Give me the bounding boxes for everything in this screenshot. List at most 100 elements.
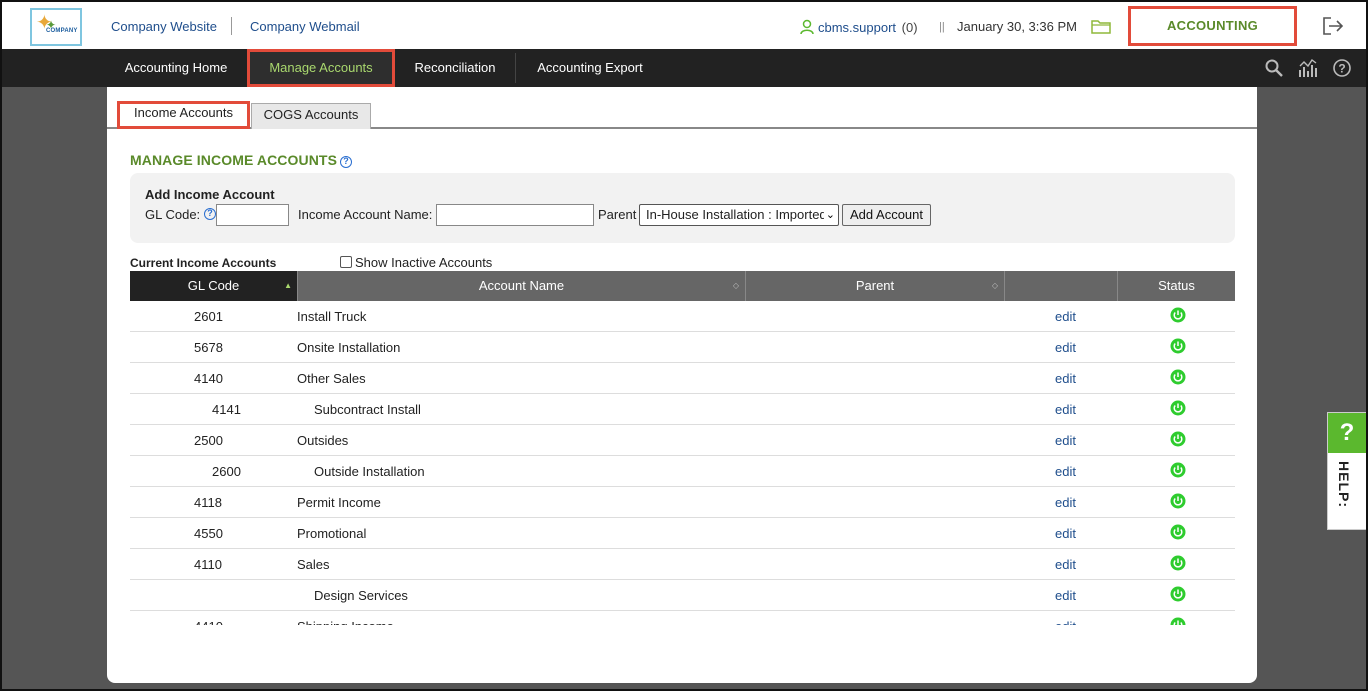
- account-name-cell: Sales: [297, 557, 330, 572]
- account-name-cell: Outsides: [297, 433, 349, 448]
- account-name-cell: Subcontract Install: [314, 402, 421, 417]
- table-row: 4410 Shipping Income edit: [130, 611, 1235, 625]
- column-gl-code[interactable]: GL Code ▲: [130, 271, 298, 301]
- account-name-cell: Shipping Income: [297, 619, 394, 625]
- page-title: MANAGE INCOME ACCOUNTS?: [130, 152, 353, 168]
- column-actions: [1005, 271, 1118, 301]
- accounts-table: GL Code ▲ Account Name ◇ Parent ◇ Status…: [130, 271, 1235, 625]
- edit-link[interactable]: edit: [1055, 371, 1076, 386]
- show-inactive-checkbox[interactable]: [340, 256, 352, 268]
- nav-manage-accounts[interactable]: Manage Accounts: [247, 49, 395, 87]
- status-active-icon[interactable]: [1170, 462, 1186, 478]
- edit-link[interactable]: edit: [1055, 309, 1076, 324]
- edit-link[interactable]: edit: [1055, 495, 1076, 510]
- table-row: 4141 Subcontract Install edit: [130, 394, 1235, 425]
- account-name-cell: Promotional: [297, 526, 367, 541]
- edit-link[interactable]: edit: [1055, 402, 1076, 417]
- status-active-icon[interactable]: [1170, 555, 1186, 571]
- edit-link[interactable]: edit: [1055, 619, 1076, 625]
- company-website-link[interactable]: Company Website: [111, 19, 217, 34]
- table-row: 4140 Other Sales edit: [130, 363, 1235, 394]
- reports-chart-icon[interactable]: [1298, 58, 1318, 78]
- tab-income-accounts[interactable]: Income Accounts: [117, 101, 250, 129]
- divider: ||: [939, 21, 945, 33]
- status-active-icon[interactable]: [1170, 369, 1186, 385]
- info-icon[interactable]: ?: [340, 156, 353, 168]
- account-tabs: Income Accounts COGS Accounts: [107, 87, 1257, 129]
- nav-accounting-home[interactable]: Accounting Home: [107, 49, 245, 87]
- company-logo[interactable]: ✦ ✦ COMPANY: [30, 8, 82, 46]
- gl-code-cell: 2600: [212, 464, 241, 479]
- edit-link[interactable]: edit: [1055, 433, 1076, 448]
- status-active-icon[interactable]: [1170, 586, 1186, 602]
- nav-reconciliation[interactable]: Reconciliation: [395, 49, 515, 87]
- table-row: 4118 Permit Income edit: [130, 487, 1235, 518]
- table-header: GL Code ▲ Account Name ◇ Parent ◇ Status: [130, 271, 1235, 301]
- account-name-cell: Other Sales: [297, 371, 366, 386]
- gl-code-cell: 4118: [194, 495, 222, 510]
- company-webmail-link[interactable]: Company Webmail: [250, 19, 360, 34]
- add-account-button[interactable]: Add Account: [842, 204, 931, 226]
- account-name-input[interactable]: [436, 204, 594, 226]
- edit-link[interactable]: edit: [1055, 464, 1076, 479]
- divider: [231, 17, 232, 35]
- gl-info-icon[interactable]: ?: [204, 208, 216, 220]
- account-name-cell: Permit Income: [297, 495, 381, 510]
- status-active-icon[interactable]: [1170, 338, 1186, 354]
- main-nav: Accounting Home Manage Accounts Reconcil…: [2, 49, 1366, 87]
- folder-icon[interactable]: [1091, 18, 1111, 34]
- parent-selected-value: In-House Installation : Imported: [646, 207, 827, 222]
- gl-code-cell: 4140: [194, 371, 223, 386]
- gl-code-cell: 5678: [194, 340, 223, 355]
- edit-link[interactable]: edit: [1055, 340, 1076, 355]
- gl-code-input[interactable]: [216, 204, 289, 226]
- current-accounts-label: Current Income Accounts: [130, 256, 277, 270]
- page-title-text: MANAGE INCOME ACCOUNTS: [130, 152, 338, 168]
- gl-code-cell: 4141: [212, 402, 241, 417]
- gl-code-label: GL Code:: [145, 207, 201, 222]
- edit-link[interactable]: edit: [1055, 526, 1076, 541]
- sort-icon: ◇: [732, 281, 739, 290]
- table-row: Design Services edit: [130, 580, 1235, 611]
- user-account[interactable]: cbms.support (0): [799, 19, 918, 35]
- column-account-name[interactable]: Account Name ◇: [298, 271, 746, 301]
- help-question-icon: ?: [1328, 413, 1366, 453]
- account-name-cell: Onsite Installation: [297, 340, 401, 355]
- status-active-icon[interactable]: [1170, 307, 1186, 323]
- status-active-icon[interactable]: [1170, 524, 1186, 540]
- account-name-label: Income Account Name:: [298, 207, 433, 222]
- status-active-icon[interactable]: [1170, 431, 1186, 447]
- gl-code-cell: 4410: [194, 619, 223, 625]
- tab-cogs-accounts[interactable]: COGS Accounts: [251, 103, 371, 129]
- account-name-cell: Design Services: [314, 588, 408, 603]
- gl-code-cell: 4550: [194, 526, 223, 541]
- sort-icon: ◇: [991, 281, 998, 290]
- help-circle-icon[interactable]: ?: [1332, 58, 1352, 78]
- logout-icon[interactable]: [1322, 16, 1344, 36]
- account-name-cell: Install Truck: [297, 309, 367, 324]
- column-gl-code-label: GL Code: [187, 278, 240, 293]
- logo-text: COMPANY: [46, 28, 78, 34]
- accounting-module-button[interactable]: ACCOUNTING: [1128, 6, 1297, 46]
- column-parent[interactable]: Parent ◇: [746, 271, 1005, 301]
- status-active-icon[interactable]: [1170, 493, 1186, 509]
- account-name-cell: Outside Installation: [314, 464, 425, 479]
- edit-link[interactable]: edit: [1055, 557, 1076, 572]
- status-active-icon[interactable]: [1170, 400, 1186, 416]
- help-tab[interactable]: ? HELP:: [1327, 412, 1366, 530]
- parent-select[interactable]: In-House Installation : Imported ⌄: [639, 204, 839, 226]
- column-parent-label: Parent: [855, 278, 895, 293]
- status-active-icon[interactable]: [1170, 617, 1186, 625]
- search-icon[interactable]: [1264, 58, 1284, 78]
- column-account-name-label: Account Name: [478, 278, 565, 293]
- nav-accounting-export[interactable]: Accounting Export: [516, 49, 664, 87]
- show-inactive-toggle[interactable]: Show Inactive Accounts: [340, 255, 492, 270]
- parent-label: Parent: [598, 207, 637, 222]
- edit-link[interactable]: edit: [1055, 588, 1076, 603]
- table-row: 4550 Promotional edit: [130, 518, 1235, 549]
- table-row: 2500 Outsides edit: [130, 425, 1235, 456]
- column-status: Status: [1158, 278, 1195, 293]
- chevron-down-icon: ⌄: [823, 205, 835, 225]
- content-panel: Income Accounts COGS Accounts MANAGE INC…: [107, 87, 1257, 683]
- show-inactive-label: Show Inactive Accounts: [355, 255, 493, 270]
